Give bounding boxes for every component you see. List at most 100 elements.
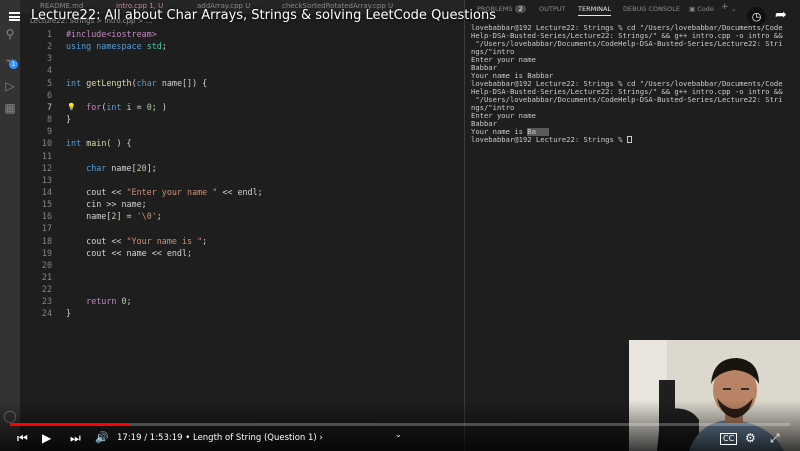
code-line[interactable]: 20 [20,259,464,271]
source-control-badge: 1 [9,60,18,69]
code-line[interactable]: 10 int main( ) { [20,137,464,149]
extensions-icon[interactable]: ▦ [2,100,18,116]
fullscreen-icon[interactable]: ⤢ [770,431,780,446]
code-line[interactable]: 24} [20,307,464,319]
terminal-line: ngs/"intro [471,104,515,112]
line-number: 3 [46,53,52,64]
terminal-cursor [626,136,632,143]
progress-fill [10,423,130,426]
code-line[interactable]: 16 name[2] = '\0'; [20,210,464,222]
next-icon[interactable]: ⏭ [70,431,81,446]
line-number: 14 [41,186,52,197]
code-line[interactable]: 9 [20,125,464,137]
terminal-line: Enter your name [471,56,536,64]
line-number: 1 [46,29,52,39]
tab-debug-console[interactable]: DEBUG CONSOLE [623,5,680,13]
code-text[interactable]: name[2] = '\0'; [66,210,162,222]
terminal-line: lovebabbar@192 Lecture22: Strings % cd "… [471,24,783,32]
volume-icon[interactable]: 🔊 [95,431,109,444]
terminal-line: Your name is Babbar [471,72,554,80]
code-line[interactable]: 11 [20,150,464,162]
run-debug-icon[interactable]: ▷ [2,78,18,94]
terminal-line: ngs/"intro [471,48,515,56]
chapter-title[interactable]: • Length of String (Question 1) › [185,433,323,443]
code-text[interactable]: cin >> name; [66,198,147,210]
line-number: 12 [41,162,52,173]
line-number: 16 [41,211,52,222]
play-icon[interactable]: ▶ [42,431,51,445]
lightbulb-icon[interactable]: 💡 [67,101,76,113]
terminal-shell-select[interactable]: ▣ Code [689,5,714,13]
code-line[interactable]: 1 #include<iostream> [20,28,464,40]
line-number: 2 [46,41,52,52]
line-number: 6 [46,89,52,100]
code-line[interactable]: 3 [20,52,464,64]
previous-icon[interactable]: ⏮ [17,431,28,446]
line-number: 18 [41,235,52,246]
activity-bar: ⚲ ⥇ 1 ▷ ▦ ◯ [0,0,20,451]
share-icon[interactable]: ➦ [775,7,787,23]
terminal-prompt[interactable]: lovebabbar@192 Lecture22: Strings % [471,136,796,144]
code-text[interactable]: char name[20]; [66,162,157,174]
video-title[interactable]: Lecture22: All about Char Arrays, String… [31,8,496,23]
code-line[interactable]: 4 [20,64,464,76]
code-line[interactable]: 23 return 0; [20,295,464,307]
terminal-line: Enter your name [471,112,536,120]
code-text[interactable]: for(int i = 0; ) [66,101,167,113]
line-number: 10 [41,138,52,149]
code-line[interactable]: 6 [20,89,464,101]
code-text[interactable]: } [66,307,71,319]
code-line[interactable]: 17 [20,222,464,234]
line-number: 21 [41,272,52,282]
code-line[interactable]: 2 using namespace std; [20,40,464,52]
tab-terminal[interactable]: TERMINAL [578,5,612,16]
tab-output[interactable]: OUTPUT [539,5,566,13]
terminal-line: "/Users/lovebabbar/Documents/CodeHelp-DS… [471,40,783,48]
code-line[interactable]: 13 [20,174,464,186]
code-line[interactable]: 15 cin >> name; [20,198,464,210]
code-text[interactable]: cout << "Enter your name " << endl; [66,186,263,198]
code-line[interactable]: 21 [20,271,464,283]
line-number: 4 [46,65,52,76]
terminal-line: "/Users/lovebabbar/Documents/CodeHelp-DS… [471,96,783,104]
code-text[interactable]: using namespace std; [66,40,167,52]
add-terminal-icon[interactable]: + [721,2,729,12]
code-line[interactable]: 22 [20,283,464,295]
menu-icon[interactable] [9,12,20,21]
line-number: 19 [41,247,52,258]
line-number: 23 [41,296,52,307]
code-line[interactable]: 5 int getLength(char name[]) { [20,77,464,89]
code-line[interactable]: 7 for(int i = 0; ) 💡 [20,101,464,113]
watch-later-icon[interactable]: ◷ [747,7,766,26]
terminal-line: Help-DSA-Busted-Series/Lecture22: String… [471,88,783,96]
problems-count-badge: 2 [515,5,526,13]
code-line[interactable]: 8} [20,113,464,125]
code-text[interactable]: return 0; [66,295,131,307]
code-text[interactable]: } [66,113,71,125]
code-line[interactable]: 18 cout << "Your name is "; [20,235,464,247]
line-number: 5 [46,77,52,88]
code-text[interactable]: cout << name << endl; [66,247,192,259]
code-text[interactable]: int main( ) { [66,137,132,149]
code-line[interactable]: 14 cout << "Enter your name " << endl; [20,186,464,198]
code-line[interactable]: 12 char name[20]; [20,162,464,174]
line-number: 17 [41,223,52,234]
terminal-selection[interactable]: Ba [527,128,549,136]
terminal-line: Help-DSA-Busted-Series/Lecture22: String… [471,32,783,40]
search-icon[interactable]: ⚲ [2,26,18,42]
line-number: 13 [41,174,52,185]
line-number: 15 [41,199,52,210]
code-line[interactable]: 19 cout << name << endl; [20,247,464,259]
terminal-line: lovebabbar@192 Lecture22: Strings % cd "… [471,80,783,88]
code-text[interactable]: int getLength(char name[]) { [66,77,207,89]
line-number: 22 [41,284,52,295]
settings-icon[interactable]: ⚙ [745,431,756,445]
terminal-output[interactable]: lovebabbar@192 Lecture22: Strings % cd "… [471,24,796,144]
code-text[interactable]: #include<iostream> [66,28,157,40]
line-number: 11 [41,150,52,161]
chevron-down-icon[interactable]: ⌄ [395,430,402,439]
code-editor[interactable]: 1 #include<iostream> 2 using namespace std;… [20,26,464,421]
captions-button[interactable]: CC [720,433,738,445]
chevron-down-icon[interactable]: ⌄ [731,5,736,13]
code-text[interactable]: cout << "Your name is "; [66,235,207,247]
